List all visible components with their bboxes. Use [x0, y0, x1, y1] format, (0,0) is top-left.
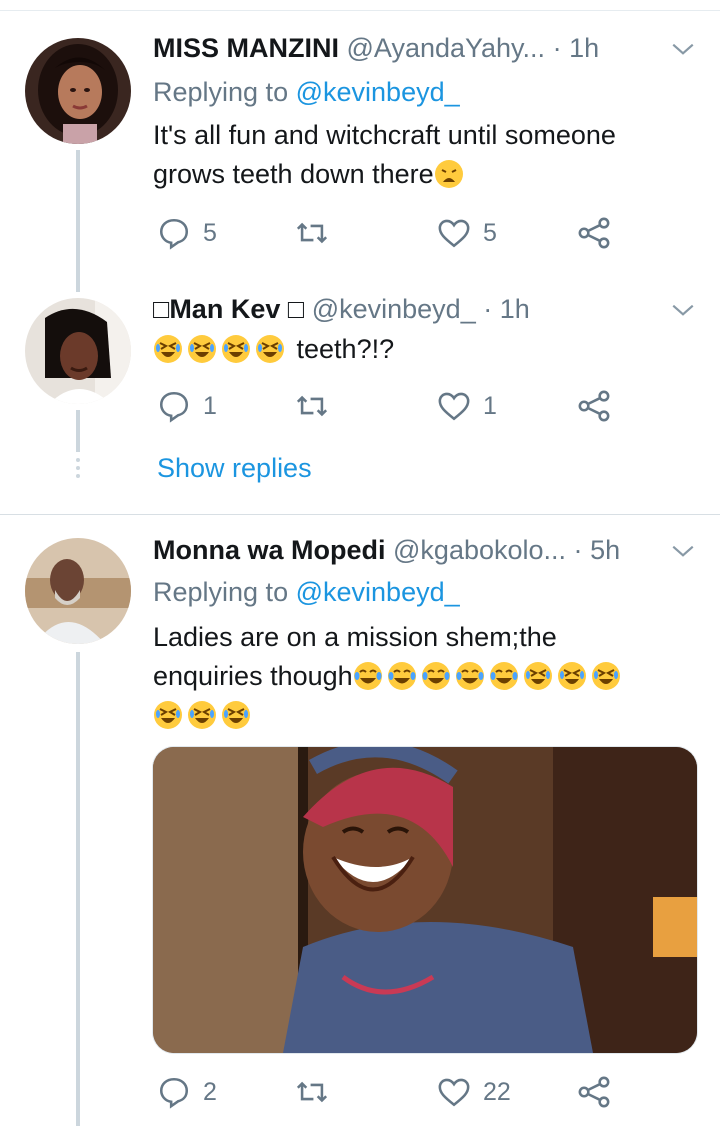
show-replies-link[interactable]: Show replies: [157, 450, 312, 486]
tears-of-joy-emoji: [455, 662, 484, 690]
like-count: 5: [483, 218, 497, 247]
rolling-laugh-emoji: [154, 701, 182, 729]
handle[interactable]: @kgabokolo...: [393, 535, 566, 565]
tweet-text: It's all fun and witchcraft until someon…: [153, 116, 693, 194]
share-icon: [578, 1076, 610, 1108]
reply-icon: [159, 391, 189, 423]
tweet-text-line-2: enquiries though: [153, 657, 693, 696]
rolling-laugh-emoji: [557, 662, 586, 690]
share-icon: [578, 217, 610, 249]
thread-line: [76, 150, 80, 292]
retweet-icon: [296, 1081, 328, 1103]
reply-count: 1: [203, 391, 217, 420]
tears-of-joy-emoji: [387, 662, 416, 690]
tweet-text-line: It's all fun and witchcraft until someon…: [153, 120, 616, 150]
like-button[interactable]: 22: [437, 1072, 511, 1112]
tweet-text-content: teeth?!?: [296, 334, 395, 364]
reply-button[interactable]: 1: [157, 386, 217, 426]
avatar[interactable]: [25, 538, 131, 644]
tweet-header: MISS MANZINI @AyandaYahy... · 1h: [153, 30, 696, 66]
like-count: 22: [483, 1077, 511, 1106]
replying-to: Replying to @kevinbeyd_: [153, 74, 460, 110]
handle[interactable]: @kevinbeyd_: [312, 294, 476, 324]
avatar[interactable]: [25, 38, 131, 144]
laughing-woman-photo: [153, 747, 697, 1053]
display-name[interactable]: □Man Kev □: [153, 294, 304, 324]
thread-line: [76, 410, 80, 452]
mention-link[interactable]: @kevinbeyd_: [296, 77, 460, 107]
tweet-text-line: Ladies are on a mission shem;the: [153, 622, 557, 652]
timestamp[interactable]: 1h: [500, 294, 530, 324]
name-glyph-suffix: □: [287, 294, 305, 324]
mention-link[interactable]: @kevinbeyd_: [296, 577, 460, 607]
tweet-actions: 5 5: [153, 213, 673, 253]
rolling-laugh-emoji: [256, 335, 284, 363]
replying-label: Replying to: [153, 77, 289, 107]
name-glyph-prefix: □: [153, 294, 170, 324]
tweet-text: teeth?!?: [153, 330, 693, 369]
retweet-icon: [296, 222, 328, 244]
retweet-button[interactable]: [295, 1072, 341, 1112]
rolling-laugh-emoji: [591, 662, 620, 690]
reply-count: 2: [203, 1077, 217, 1106]
tweet-text-line-2-text: enquiries though: [153, 661, 353, 691]
tweet-media-image[interactable]: [152, 746, 698, 1054]
reply-button[interactable]: 5: [157, 213, 217, 253]
share-button[interactable]: [577, 213, 623, 253]
tweet-actions: 2 22: [153, 1072, 673, 1112]
retweet-icon: [296, 395, 328, 417]
retweet-button[interactable]: [295, 386, 341, 426]
tweet-text-line-2-text: grows teeth down there: [153, 159, 434, 189]
tweet-actions: 1 1: [153, 386, 673, 426]
timestamp[interactable]: 1h: [569, 33, 599, 63]
rolling-laugh-emoji: [188, 701, 216, 729]
rolling-laugh-emoji: [222, 701, 250, 729]
display-name-text: Man Kev: [169, 294, 281, 324]
rolling-laugh-emoji: [222, 335, 250, 363]
tweet-text: Ladies are on a mission shem;the enquiri…: [153, 618, 693, 735]
replying-label: Replying to: [153, 577, 289, 607]
share-icon: [578, 390, 610, 422]
replying-to: Replying to @kevinbeyd_: [153, 574, 460, 610]
timestamp[interactable]: 5h: [590, 535, 620, 565]
like-button[interactable]: 1: [437, 386, 497, 426]
thread-line: [76, 652, 80, 1126]
rolling-laugh-emoji: [154, 335, 182, 363]
like-count: 1: [483, 391, 497, 420]
tweet-text-line-3: [153, 696, 693, 735]
separator: ·: [483, 294, 493, 324]
like-button[interactable]: 5: [437, 213, 497, 253]
share-button[interactable]: [577, 386, 623, 426]
heart-icon: [438, 392, 470, 421]
top-separator: [0, 0, 720, 11]
divider: [0, 514, 720, 515]
thread-dots: [76, 458, 80, 482]
reply-icon: [159, 218, 189, 250]
retweet-button[interactable]: [295, 213, 341, 253]
weary-face-emoji: [434, 160, 463, 188]
display-name[interactable]: MISS MANZINI: [153, 33, 339, 63]
avatar[interactable]: [25, 298, 131, 404]
reply-icon: [159, 1077, 189, 1109]
separator: ·: [552, 33, 562, 63]
handle[interactable]: @AyandaYahy...: [347, 33, 546, 63]
tweet-header: Monna wa Mopedi @kgabokolo... · 5h: [153, 532, 696, 568]
tears-of-joy-emoji: [353, 662, 382, 690]
separator: ·: [573, 535, 583, 565]
reply-count: 5: [203, 218, 217, 247]
heart-icon: [438, 219, 470, 248]
display-name[interactable]: Monna wa Mopedi: [153, 535, 386, 565]
tweet-text-line-2: grows teeth down there: [153, 155, 693, 194]
tweet-header: □Man Kev □ @kevinbeyd_ · 1h: [153, 291, 696, 327]
chevron-down-icon[interactable]: [670, 538, 696, 564]
chevron-down-icon[interactable]: [670, 36, 696, 62]
tears-of-joy-emoji: [489, 662, 518, 690]
reply-button[interactable]: 2: [157, 1072, 217, 1112]
heart-icon: [438, 1078, 470, 1107]
chevron-down-icon[interactable]: [670, 297, 696, 323]
rolling-laugh-emoji: [523, 662, 552, 690]
rolling-laugh-emoji: [188, 335, 216, 363]
tears-of-joy-emoji: [421, 662, 450, 690]
share-button[interactable]: [577, 1072, 623, 1112]
